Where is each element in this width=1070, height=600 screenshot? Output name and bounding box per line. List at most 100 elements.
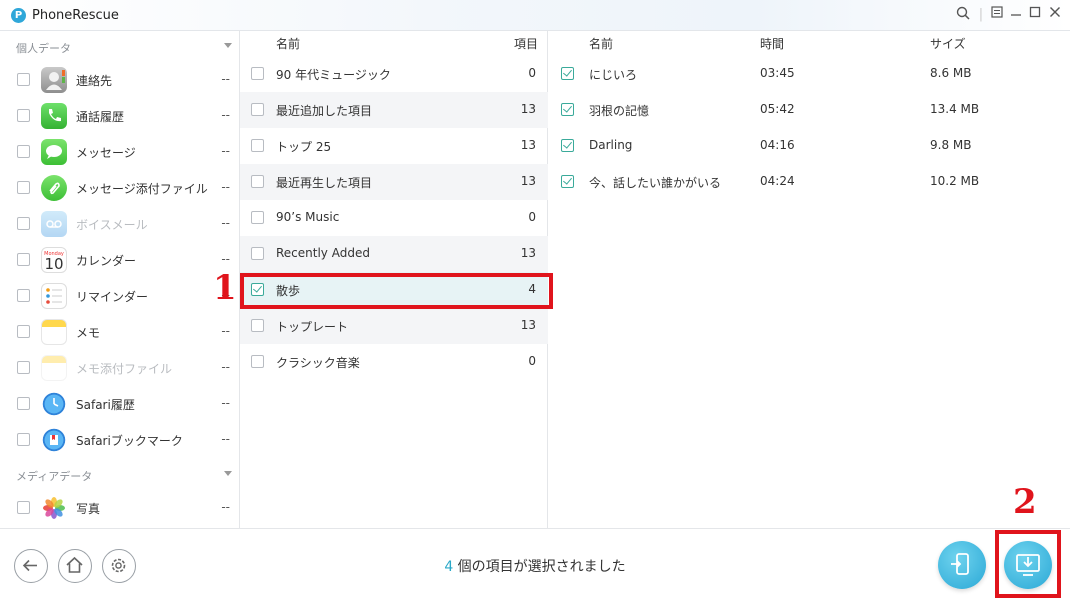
sidebar-item-messages[interactable]: メッセージ --	[0, 134, 240, 170]
song-size: 9.8 MB	[930, 138, 972, 152]
sidebar-item-count: --	[221, 180, 230, 194]
song-row[interactable]: にじいろ 03:45 8.6 MB	[549, 56, 1070, 92]
collapse-caret-icon[interactable]	[224, 471, 232, 476]
playlist-count: 0	[528, 66, 536, 80]
checkbox[interactable]	[17, 145, 30, 158]
song-time: 04:24	[760, 174, 795, 188]
sidebar-item-photos[interactable]: 写真 --	[0, 490, 240, 526]
checkbox-checked[interactable]	[561, 67, 574, 80]
selection-status: 4 個の項目が選択されました	[0, 556, 1070, 576]
maximize-icon[interactable]	[1026, 6, 1044, 24]
sidebar-item-contacts[interactable]: 連絡先 --	[0, 62, 240, 98]
sidebar-item-safari-bookmarks[interactable]: Safariブックマーク --	[0, 422, 240, 458]
close-icon[interactable]	[1046, 6, 1064, 24]
sidebar-item-message-attachments[interactable]: メッセージ添付ファイル --	[0, 170, 240, 206]
checkbox[interactable]	[17, 397, 30, 410]
playlist-row[interactable]: Recently Added 13	[240, 236, 548, 272]
app-title: PhoneRescue	[32, 8, 119, 23]
checkbox[interactable]	[17, 181, 30, 194]
sidebar-item-notes[interactable]: メモ --	[0, 314, 240, 350]
column-header-name[interactable]: 名前	[589, 35, 613, 52]
checkbox[interactable]	[251, 139, 264, 152]
playlist-row[interactable]: トップ 25 13	[240, 128, 548, 164]
checkbox[interactable]	[17, 433, 30, 446]
checkbox[interactable]	[17, 253, 30, 266]
column-header-name[interactable]: 名前	[276, 35, 300, 52]
sidebar-item-count: --	[221, 108, 230, 122]
playlist-row[interactable]: クラシック音楽 0	[240, 344, 548, 380]
sidebar-item-label: カレンダー	[76, 254, 137, 268]
song-time: 04:16	[760, 138, 795, 152]
checkbox-checked[interactable]	[561, 103, 574, 116]
playlist-row[interactable]: 最近追加した項目 13	[240, 92, 548, 128]
sidebar-item-count: --	[221, 324, 230, 338]
checkbox[interactable]	[251, 175, 264, 188]
recover-to-device-button[interactable]	[938, 541, 986, 589]
sidebar-item-voicemail[interactable]: ボイスメール --	[0, 206, 240, 242]
sidebar-item-label: リマインダー	[76, 290, 149, 304]
playlist-row[interactable]: トップレート 13	[240, 308, 548, 344]
sidebar-item-label: ボイスメール	[76, 218, 148, 232]
annotation-box-playlist	[240, 273, 553, 309]
section-personal-data[interactable]: 個人データ	[0, 31, 240, 61]
song-time: 05:42	[760, 102, 795, 116]
checkbox[interactable]	[251, 103, 264, 116]
checkbox[interactable]	[17, 73, 30, 86]
minimize-icon[interactable]	[1007, 6, 1025, 24]
playlist-count: 13	[520, 138, 536, 152]
contacts-icon	[41, 67, 67, 93]
song-time: 03:45	[760, 66, 795, 80]
playlist-row[interactable]: 90’s Music 0	[240, 200, 548, 236]
playlist-row[interactable]: 90 年代ミュージック 0	[240, 56, 548, 92]
category-sidebar: 個人データ 連絡先 -- 通話履歴 -- メッセージ -- メッセージ添付ファイ…	[0, 31, 240, 528]
section-media-data[interactable]: メディアデータ	[0, 459, 240, 489]
checkbox[interactable]	[17, 289, 30, 302]
sidebar-item-count: --	[221, 396, 230, 410]
song-name: にじいろ	[589, 68, 638, 82]
collapse-caret-icon[interactable]	[224, 43, 232, 48]
safari-history-icon	[41, 391, 67, 417]
sidebar-item-notes-attachments[interactable]: メモ添付ファイル --	[0, 350, 240, 386]
messages-icon	[41, 139, 67, 165]
song-row[interactable]: 羽根の記憶 05:42 13.4 MB	[549, 92, 1070, 128]
song-list: 名前 時間 サイズ にじいろ 03:45 8.6 MB 羽根の記憶 05:42 …	[549, 31, 1070, 528]
safari-bookmark-icon	[41, 427, 67, 453]
playlist-row[interactable]: 最近再生した項目 13	[240, 164, 548, 200]
checkbox[interactable]	[17, 217, 30, 230]
checkbox[interactable]	[17, 109, 30, 122]
sidebar-item-label: 連絡先	[76, 74, 113, 88]
sidebar-item-label: 通話履歴	[76, 110, 125, 124]
column-header-time[interactable]: 時間	[760, 35, 784, 52]
checkbox-checked[interactable]	[561, 175, 574, 188]
column-header-size[interactable]: サイズ	[930, 35, 966, 52]
song-row[interactable]: 今、話したい誰かがいる 04:24 10.2 MB	[549, 164, 1070, 200]
song-size: 13.4 MB	[930, 102, 980, 116]
sidebar-item-count: --	[221, 432, 230, 446]
search-icon[interactable]	[954, 6, 972, 24]
sidebar-item-calendar[interactable]: Monday 10 カレンダー --	[0, 242, 240, 278]
sidebar-item-call-history[interactable]: 通話履歴 --	[0, 98, 240, 134]
column-header-count[interactable]: 項目	[514, 35, 538, 52]
checkbox[interactable]	[251, 247, 264, 260]
checkbox-checked[interactable]	[561, 139, 574, 152]
sidebar-item-safari-history[interactable]: Safari履歴 --	[0, 386, 240, 422]
checkbox[interactable]	[17, 501, 30, 514]
checkbox[interactable]	[251, 211, 264, 224]
section-media-label: メディアデータ	[16, 470, 93, 483]
attachment-icon	[41, 175, 67, 201]
playlist-count: 13	[520, 174, 536, 188]
song-row[interactable]: Darling 04:16 9.8 MB	[549, 128, 1070, 164]
checkbox[interactable]	[251, 67, 264, 80]
sidebar-item-label: メモ	[76, 326, 101, 340]
sidebar-item-label: メモ添付ファイル	[76, 362, 173, 376]
checkbox[interactable]	[251, 319, 264, 332]
sidebar-item-count: --	[221, 500, 230, 514]
checkbox[interactable]	[17, 325, 30, 338]
sidebar-item-reminders[interactable]: リマインダー --	[0, 278, 240, 314]
playlist-name: 90’s Music	[276, 210, 340, 224]
menu-icon[interactable]	[988, 6, 1006, 24]
checkbox[interactable]	[17, 361, 30, 374]
sidebar-item-count: --	[221, 216, 230, 230]
checkbox[interactable]	[251, 355, 264, 368]
app-logo-icon: P	[11, 8, 26, 23]
